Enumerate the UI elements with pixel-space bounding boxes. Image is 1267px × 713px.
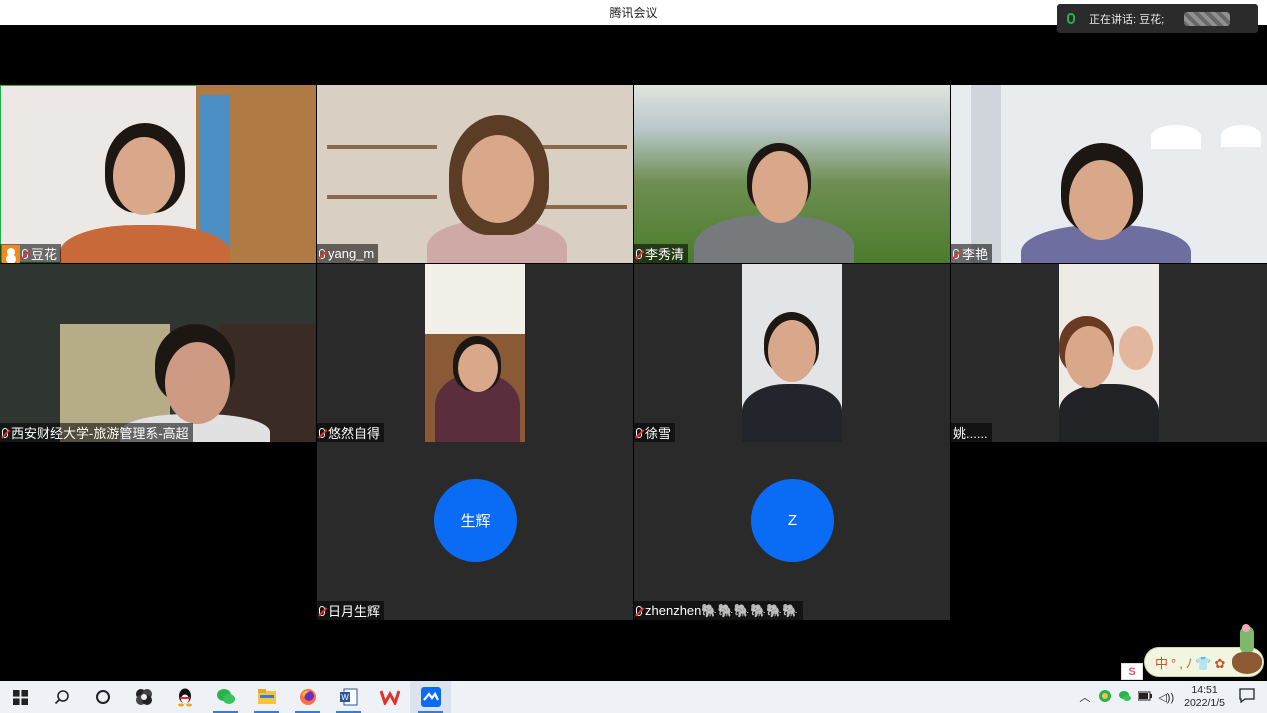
- word-icon[interactable]: W: [328, 681, 369, 713]
- windows-start-icon[interactable]: [0, 681, 41, 713]
- video-tile[interactable]: 西安财经大学-旅游管理系-高超: [0, 264, 316, 442]
- mic-muted-icon: [2, 427, 8, 438]
- mic-muted-icon: [319, 427, 325, 438]
- mic-muted-icon: [636, 605, 642, 616]
- speaking-indicator: 正在讲话: 豆花;: [1057, 4, 1258, 33]
- clock-time: 14:51: [1191, 684, 1218, 696]
- mic-muted-icon: [319, 248, 325, 259]
- sogou-icon[interactable]: S: [1121, 663, 1143, 680]
- participant-name-tag: 悠然自得: [317, 423, 385, 442]
- video-tile[interactable]: 姚......: [951, 264, 1267, 442]
- participant-name-tag: yang_m: [317, 244, 379, 263]
- battery-icon[interactable]: [1137, 691, 1153, 704]
- speaking-label: 正在讲话: 豆花;: [1089, 13, 1165, 26]
- chevron-up-icon[interactable]: ︿: [1079, 689, 1090, 705]
- participant-name-tag: 豆花: [0, 244, 62, 263]
- mic-muted-icon: [636, 427, 642, 438]
- file-explorer-icon[interactable]: [246, 681, 287, 713]
- clock[interactable]: 14:51 2022/1/5: [1184, 684, 1225, 710]
- search-icon[interactable]: [41, 681, 82, 713]
- participant-name-tag: 日月生辉: [317, 601, 385, 620]
- participant-video: [425, 264, 525, 442]
- system-tray: ︿ ◁)) 14:51 2022/1/5: [1079, 681, 1267, 713]
- video-tile[interactable]: 悠然自得: [317, 264, 633, 442]
- wps-icon[interactable]: [369, 681, 410, 713]
- avatar: 生辉: [434, 479, 517, 562]
- notification-icon[interactable]: [1239, 688, 1255, 706]
- host-icon: [2, 244, 20, 263]
- participant-video: [1059, 264, 1159, 442]
- participant-video: [742, 264, 842, 442]
- participant-name-tag: zhenzhen🐘🐘🐘🐘🐘🐘: [634, 601, 803, 620]
- volume-icon[interactable]: ◁)): [1158, 691, 1174, 704]
- video-tile[interactable]: 李艳: [951, 85, 1267, 263]
- ime-status-text: 中°,ﾉ👕✿: [1155, 655, 1229, 671]
- clock-date: 2022/1/5: [1184, 697, 1225, 709]
- participant-name-tag: 李艳: [951, 244, 993, 263]
- wechat-icon[interactable]: [205, 681, 246, 713]
- participant-name-tag: 西安财经大学-旅游管理系-高超: [0, 423, 193, 442]
- video-tile[interactable]: 豆花: [0, 85, 316, 263]
- video-tile[interactable]: yang_m: [317, 85, 633, 263]
- wechat-tray-icon[interactable]: [1118, 690, 1132, 705]
- tencent-meeting-icon[interactable]: [410, 681, 451, 713]
- taskbar: W ︿ ◁)) 14:51 2022/1/5: [0, 681, 1267, 713]
- task-view-icon[interactable]: [82, 681, 123, 713]
- mic-muted-icon: [22, 248, 28, 259]
- video-tile[interactable]: 生辉 日月生辉: [317, 442, 633, 620]
- participant-name-tag: 姚......: [951, 423, 992, 442]
- video-tile[interactable]: Z zhenzhen🐘🐘🐘🐘🐘🐘: [634, 442, 950, 620]
- mic-muted-icon: [319, 605, 325, 616]
- microphone-icon: [1067, 13, 1075, 24]
- participant-name-tag: 李秀清: [634, 244, 689, 263]
- speaker-avatar-icon: [1184, 11, 1231, 26]
- svg-text:W: W: [341, 693, 349, 702]
- avatar: Z: [751, 479, 834, 562]
- mic-muted-icon: [636, 248, 642, 259]
- weather-icon[interactable]: [1098, 689, 1112, 706]
- cactus-icon: [1232, 624, 1262, 674]
- app-icon[interactable]: [123, 681, 164, 713]
- window-title: 腾讯会议: [609, 6, 658, 20]
- video-tile[interactable]: 徐雪: [634, 264, 950, 442]
- mic-muted-icon: [953, 248, 959, 259]
- participant-name-tag: 徐雪: [634, 423, 676, 442]
- firefox-icon[interactable]: [287, 681, 328, 713]
- video-tile[interactable]: 李秀清: [634, 85, 950, 263]
- qq-icon[interactable]: [164, 681, 205, 713]
